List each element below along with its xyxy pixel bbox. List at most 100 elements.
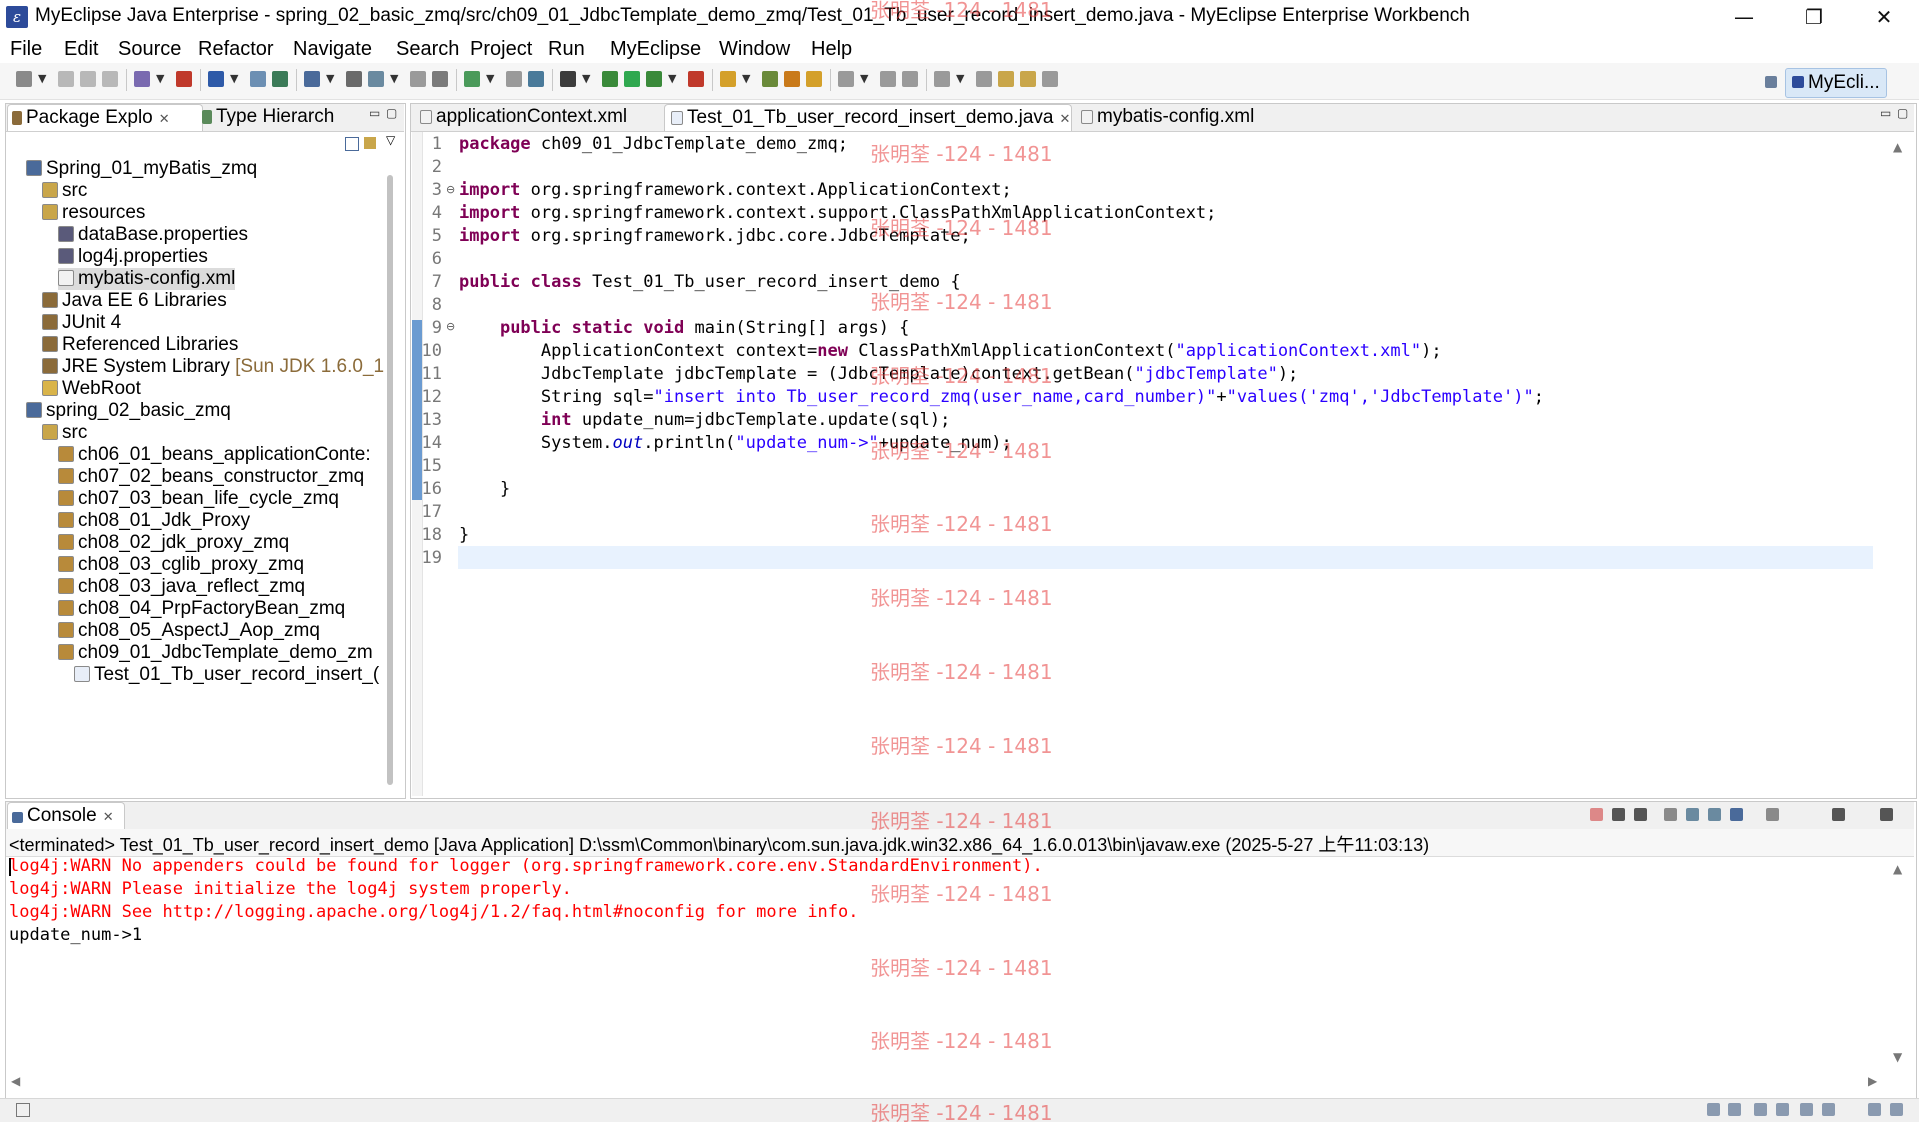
tab-type-hierarchy[interactable]: Type Hierarch bbox=[202, 104, 362, 130]
back-icon[interactable] bbox=[976, 71, 992, 87]
next-annotation-icon[interactable] bbox=[880, 71, 896, 87]
dropdown-arrow-icon[interactable]: ▼ bbox=[326, 72, 334, 85]
close-icon[interactable]: ✕ bbox=[103, 809, 114, 824]
search-icon[interactable] bbox=[304, 71, 320, 87]
server-icon[interactable] bbox=[250, 71, 266, 87]
last-edit-icon[interactable] bbox=[934, 71, 950, 87]
task-icon[interactable] bbox=[506, 71, 522, 87]
run-config-icon[interactable] bbox=[646, 71, 662, 87]
tree-item[interactable]: ch07_03_bean_life_cycle_zmq bbox=[58, 488, 339, 510]
tree-item[interactable]: mybatis-config.xml bbox=[58, 268, 236, 290]
tasks-icon[interactable] bbox=[1754, 1103, 1767, 1116]
save-icon[interactable] bbox=[58, 71, 74, 87]
menu-edit[interactable]: Edit bbox=[64, 35, 98, 63]
deploy-icon[interactable] bbox=[208, 71, 224, 87]
dropdown-arrow-icon[interactable]: ▼ bbox=[230, 72, 238, 85]
menu-help[interactable]: Help bbox=[811, 35, 852, 63]
tree-item[interactable]: ch08_05_AspectJ_Aop_zmq bbox=[58, 620, 320, 642]
fold-marker-icon[interactable]: ⊖ bbox=[446, 183, 455, 196]
scroll-lock-icon[interactable] bbox=[1664, 808, 1677, 821]
dropdown-arrow-icon[interactable]: ▼ bbox=[390, 72, 398, 85]
tree-item[interactable]: ch08_02_jdk_proxy_zmq bbox=[58, 532, 289, 554]
tree-item[interactable]: src bbox=[42, 180, 87, 202]
scroll-up-icon[interactable]: ▲ bbox=[1893, 862, 1902, 876]
tab-applicationcontext-xml[interactable]: applicationContext.xml bbox=[414, 104, 665, 130]
fast-view-icon[interactable] bbox=[16, 1103, 30, 1117]
dropdown-arrow-icon[interactable]: ▼ bbox=[668, 72, 676, 85]
minimize-view-icon[interactable]: ▭ bbox=[369, 106, 380, 120]
tree-item[interactable]: ch08_03_cglib_proxy_zmq bbox=[58, 554, 304, 576]
collapse-all-icon[interactable] bbox=[345, 137, 359, 151]
dropdown-arrow-icon[interactable]: ▼ bbox=[582, 72, 590, 85]
scroll-right-icon[interactable]: ▶ bbox=[1868, 1074, 1877, 1088]
close-button[interactable]: ✕ bbox=[1849, 0, 1919, 35]
new-server-icon[interactable] bbox=[410, 71, 426, 87]
menu-file[interactable]: File bbox=[10, 35, 42, 63]
profile-icon[interactable] bbox=[346, 71, 362, 87]
build-icon[interactable] bbox=[464, 71, 480, 87]
menu-window[interactable]: Window bbox=[719, 35, 790, 63]
close-icon[interactable]: ✕ bbox=[159, 111, 170, 126]
minimize-editor-icon[interactable]: ▭ bbox=[1880, 106, 1891, 120]
view-menu-icon[interactable]: ▽ bbox=[386, 133, 395, 147]
external-tool-icon[interactable] bbox=[720, 71, 736, 87]
menu-source[interactable]: Source bbox=[118, 35, 181, 63]
dropdown-arrow-icon[interactable]: ▼ bbox=[860, 72, 868, 85]
tree-item[interactable]: Referenced Libraries bbox=[42, 334, 238, 356]
dropdown-arrow-icon[interactable]: ▼ bbox=[486, 72, 494, 85]
annotation-icon[interactable] bbox=[838, 71, 854, 87]
link-with-editor-icon[interactable] bbox=[364, 137, 376, 149]
tree-item[interactable]: Test_01_Tb_user_record_insert_( bbox=[74, 664, 379, 686]
heap-icon[interactable] bbox=[1707, 1103, 1720, 1116]
scroll-left-icon[interactable]: ◀ bbox=[11, 1074, 20, 1088]
tree-item[interactable]: spring_02_basic_zmq bbox=[26, 400, 231, 422]
word-wrap-icon[interactable] bbox=[1686, 808, 1699, 821]
dropdown-arrow-icon[interactable]: ▼ bbox=[956, 72, 964, 85]
forward-icon[interactable] bbox=[998, 71, 1014, 87]
remove-launch-icon[interactable] bbox=[1612, 808, 1625, 821]
tree-item[interactable]: ch08_01_Jdk_Proxy bbox=[58, 510, 250, 532]
tab-package-explorer[interactable]: Package Explo ✕ bbox=[7, 104, 203, 131]
problems-icon[interactable] bbox=[1728, 1103, 1741, 1116]
minimize-status-icon[interactable] bbox=[1868, 1103, 1881, 1116]
tree-item[interactable]: JRE System Library [Sun JDK 1.6.0_1 bbox=[42, 356, 384, 378]
menu-project[interactable]: Project bbox=[470, 35, 532, 63]
print-icon[interactable] bbox=[102, 71, 118, 87]
tree-item[interactable]: ch08_03_java_reflect_zmq bbox=[58, 576, 305, 598]
save-all-icon[interactable] bbox=[80, 71, 96, 87]
tab-mybatis-config-xml[interactable]: mybatis-config.xml bbox=[1075, 104, 1281, 130]
tab-test-01-tb-user-record-insert-demo-java[interactable]: Test_01_Tb_user_record_insert_demo.java ✕ bbox=[664, 104, 1072, 131]
progress-icon[interactable] bbox=[1776, 1103, 1789, 1116]
tree-item[interactable]: dataBase.properties bbox=[58, 224, 248, 246]
console-status-icon[interactable] bbox=[1890, 1103, 1903, 1116]
tree-item[interactable]: src bbox=[42, 422, 87, 444]
junit-status-icon[interactable] bbox=[1822, 1103, 1835, 1116]
server-status-icon[interactable] bbox=[1800, 1103, 1813, 1116]
tree-item[interactable]: ch06_01_beans_applicationConte: bbox=[58, 444, 371, 466]
minimize-view-icon[interactable] bbox=[1832, 808, 1845, 821]
camera-icon[interactable] bbox=[560, 71, 576, 87]
coverage-icon[interactable] bbox=[762, 71, 778, 87]
remove-all-icon[interactable] bbox=[1634, 808, 1647, 821]
package-icon[interactable] bbox=[134, 71, 150, 87]
browser-icon[interactable] bbox=[368, 71, 384, 87]
menu-run[interactable]: Run bbox=[548, 35, 585, 63]
debug-icon[interactable] bbox=[602, 71, 618, 87]
tree-item[interactable]: log4j.properties bbox=[58, 246, 208, 268]
web-service-icon[interactable] bbox=[272, 71, 288, 87]
dropdown-arrow-icon[interactable]: ▼ bbox=[156, 72, 164, 85]
terminate-icon[interactable] bbox=[1590, 808, 1603, 821]
minimize-button[interactable]: — bbox=[1709, 0, 1779, 35]
display-selected-icon[interactable] bbox=[1730, 808, 1743, 821]
tree-item[interactable]: ch07_02_beans_constructor_zmq bbox=[58, 466, 364, 488]
maximize-button[interactable]: ❐ bbox=[1779, 0, 1849, 35]
menu-search[interactable]: Search bbox=[396, 35, 459, 63]
code-area[interactable]: package ch09_01_JdbcTemplate_demo_zmq; im… bbox=[459, 135, 1869, 555]
new-icon[interactable] bbox=[16, 71, 32, 87]
tree-scrollbar[interactable] bbox=[387, 175, 393, 785]
tree-item[interactable]: ch09_01_JdbcTemplate_demo_zm bbox=[58, 642, 373, 664]
maximize-view-icon[interactable] bbox=[1880, 808, 1893, 821]
stop-icon[interactable] bbox=[688, 71, 704, 87]
menu-myeclipse[interactable]: MyEclipse bbox=[610, 35, 701, 63]
run-icon[interactable] bbox=[624, 71, 640, 87]
